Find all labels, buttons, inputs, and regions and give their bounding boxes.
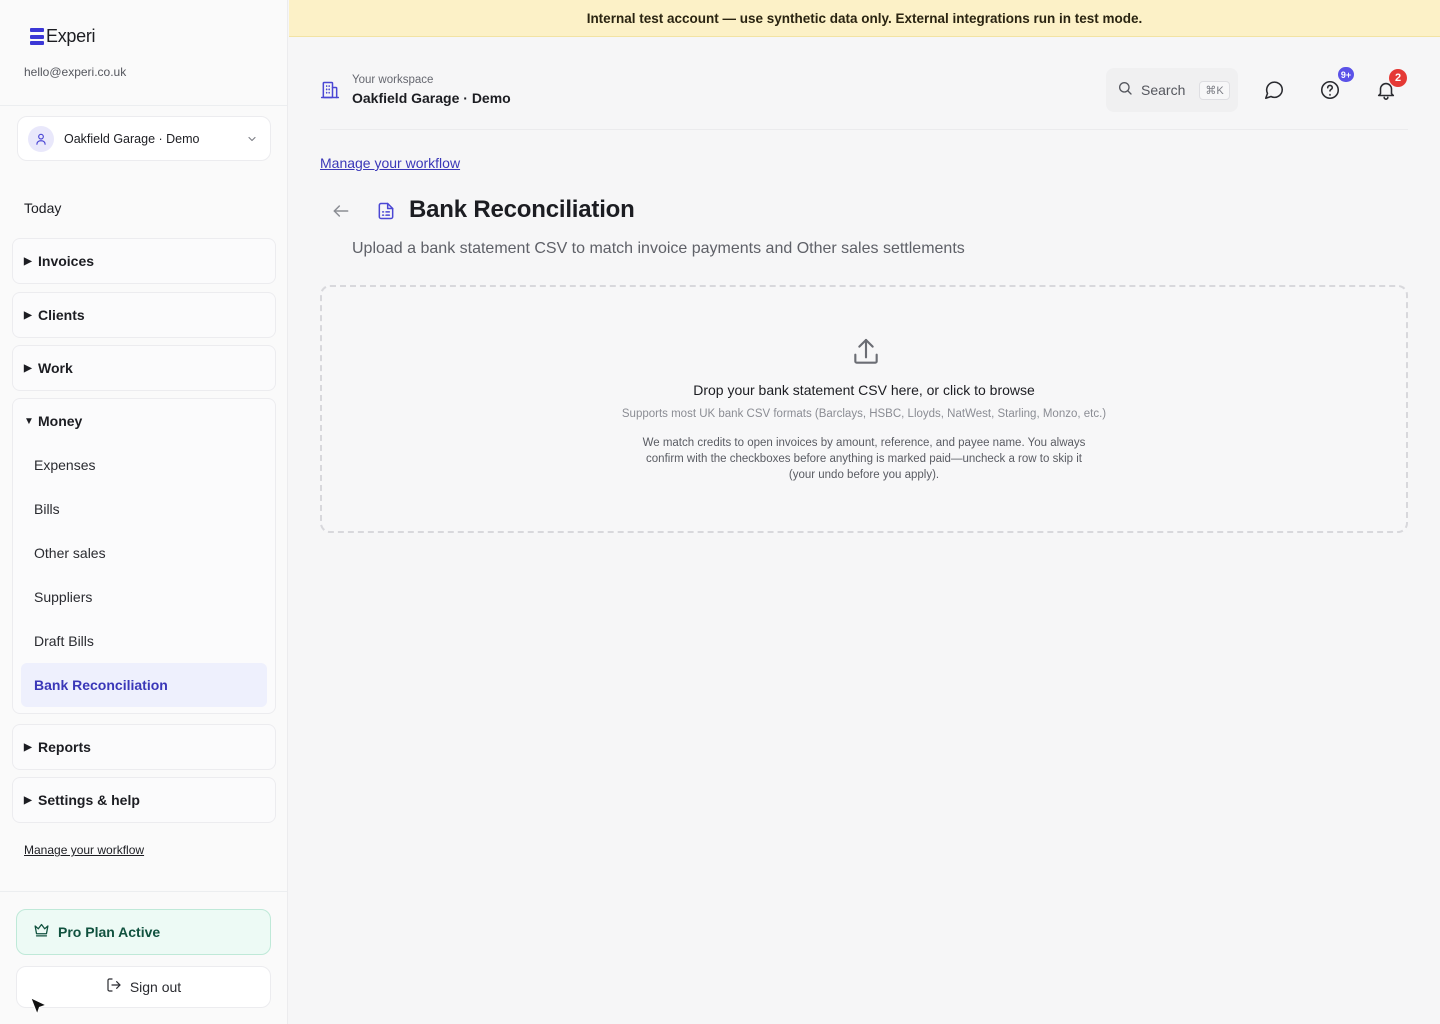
nav-group-label: Settings & help — [38, 792, 140, 808]
sidebar-item-suppliers[interactable]: Suppliers — [13, 575, 275, 619]
page-subtitle: Upload a bank statement CSV to match inv… — [352, 240, 965, 257]
sidebar-item-draft-bills[interactable]: Draft Bills — [13, 619, 275, 663]
sidebar-item-other-sales[interactable]: Other sales — [13, 531, 275, 575]
nav-group-label: Reports — [38, 739, 91, 755]
divider — [0, 105, 287, 106]
test-mode-banner: Internal test account — use synthetic da… — [289, 0, 1440, 37]
manage-workflow-link[interactable]: Manage your workflow — [320, 155, 460, 171]
nav-group-label: Work — [38, 360, 73, 376]
top-bar: Your workspace Oakfield Garage · Demo Se… — [320, 60, 1408, 130]
caret-right-icon: ▶ — [24, 362, 32, 374]
page-title: Bank Reconciliation — [409, 196, 635, 223]
user-email: hello@experi.co.uk — [24, 65, 127, 79]
nav-group-toggle-work[interactable]: ▶ Work — [13, 346, 275, 390]
nav-group-work: ▶ Work — [12, 345, 276, 391]
nav-group-money: ▼ Money Expenses Bills Other sales Suppl… — [12, 398, 276, 714]
caret-right-icon: ▶ — [24, 741, 32, 753]
brand-name: Experi — [46, 26, 96, 46]
mouse-cursor-icon — [28, 995, 50, 1022]
logo-icon — [30, 28, 44, 45]
building-icon — [320, 80, 340, 105]
sign-out-label: Sign out — [129, 979, 182, 995]
nav-group-settings-help: ▶ Settings & help — [12, 777, 276, 823]
caret-right-icon: ▶ — [24, 309, 32, 321]
nav-group-toggle-settings-help[interactable]: ▶ Settings & help — [13, 778, 275, 822]
dropzone-formats: Supports most UK bank CSV formats (Barcl… — [621, 408, 1107, 420]
nav-group-label: Invoices — [38, 253, 95, 269]
workspace-name: Oakfield Garage · Demo — [64, 131, 200, 146]
chevron-down-icon — [246, 133, 258, 145]
user-icon — [28, 125, 54, 152]
nav-group-toggle-money[interactable]: ▼ Money — [13, 399, 275, 443]
workspace-switcher[interactable]: Oakfield Garage · Demo — [17, 116, 271, 161]
nav-group-label: Money — [38, 413, 83, 429]
upload-icon — [850, 336, 882, 373]
document-icon — [376, 200, 396, 227]
help-badge: 9+ — [1338, 67, 1354, 82]
caret-right-icon: ▶ — [24, 255, 32, 267]
nav-group-clients: ▶ Clients — [12, 292, 276, 338]
sign-out-button[interactable]: Sign out — [16, 966, 271, 1008]
search-icon — [1117, 80, 1133, 101]
search-button[interactable]: Search ⌘K — [1106, 68, 1238, 112]
help-icon[interactable] — [1318, 78, 1342, 102]
manage-workflow-link[interactable]: Manage your workflow — [24, 843, 144, 857]
brand-logo[interactable]: Experi — [30, 26, 96, 47]
logout-icon — [106, 977, 122, 998]
workspace-caption: Your workspace — [352, 74, 434, 86]
search-shortcut: ⌘K — [1199, 80, 1230, 100]
pro-plan-label: Pro Plan Active — [58, 924, 161, 940]
notifications-badge: 2 — [1389, 69, 1407, 87]
banner-text: Internal test account — use synthetic da… — [586, 10, 1143, 26]
crown-icon — [33, 921, 50, 943]
pro-plan-badge[interactable]: Pro Plan Active — [16, 909, 271, 955]
nav-group-label: Clients — [38, 307, 85, 323]
caret-right-icon: ▶ — [24, 794, 32, 806]
dropzone-title: Drop your bank statement CSV here, or cl… — [693, 382, 1035, 398]
sidebar-item-bank-reconciliation[interactable]: Bank Reconciliation — [21, 663, 267, 707]
dropzone-note: We match credits to open invoices by amo… — [642, 437, 1086, 481]
sidebar: Experi hello@experi.co.uk Oakfield Garag… — [0, 0, 288, 1024]
chat-icon[interactable] — [1262, 78, 1286, 102]
search-label: Search — [1141, 82, 1186, 98]
sidebar-item-today[interactable]: Today — [24, 200, 61, 216]
nav-group-toggle-reports[interactable]: ▶ Reports — [13, 725, 275, 769]
nav-group-reports: ▶ Reports — [12, 724, 276, 770]
sidebar-item-expenses[interactable]: Expenses — [13, 443, 275, 487]
caret-down-icon: ▼ — [24, 415, 34, 427]
arrow-left-icon[interactable] — [331, 201, 351, 226]
csv-dropzone[interactable]: Drop your bank statement CSV here, or cl… — [320, 285, 1408, 533]
divider — [0, 891, 287, 892]
sidebar-item-bills[interactable]: Bills — [13, 487, 275, 531]
nav-group-invoices: ▶ Invoices — [12, 238, 276, 284]
nav-group-toggle-invoices[interactable]: ▶ Invoices — [13, 239, 275, 283]
nav-group-toggle-clients[interactable]: ▶ Clients — [13, 293, 275, 337]
workspace-title: Oakfield Garage · Demo — [352, 90, 511, 106]
